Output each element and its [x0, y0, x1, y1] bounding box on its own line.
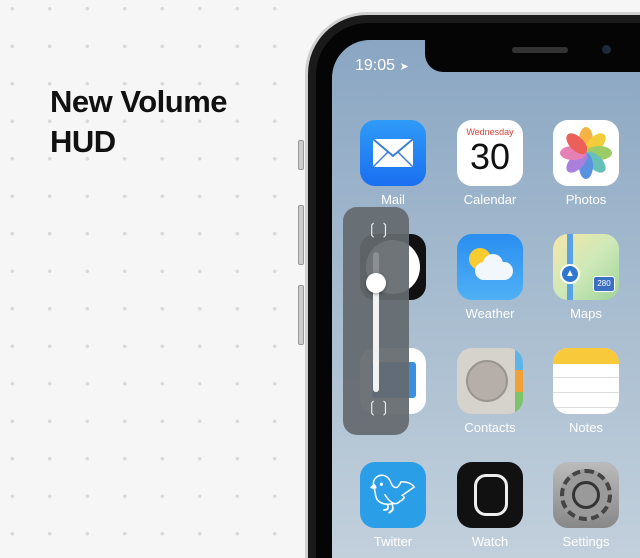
location-arrow-icon: ➤	[399, 61, 409, 73]
weather-icon	[457, 234, 523, 300]
notes-icon	[553, 348, 619, 414]
airpods-icon: ❲❳	[366, 221, 392, 238]
app-weather[interactable]: Weather	[445, 234, 535, 321]
app-notes[interactable]: Notes	[541, 348, 631, 435]
title-line-1: New Volume	[50, 84, 228, 119]
front-camera	[602, 45, 611, 54]
app-label: Notes	[569, 420, 603, 435]
app-label: Settings	[562, 534, 610, 549]
page-title: New Volume HUD	[50, 82, 228, 162]
notch	[425, 38, 640, 72]
app-label: Watch	[471, 534, 509, 549]
calendar-day: 30	[469, 136, 511, 177]
watch-icon	[457, 462, 523, 528]
app-calendar[interactable]: Wednesday 30 Calendar	[445, 120, 535, 207]
photos-icon	[553, 120, 619, 186]
app-label: Photos	[565, 192, 607, 207]
volume-slider-fill	[373, 282, 379, 392]
app-maps[interactable]: ▲ 280 Maps	[541, 234, 631, 321]
app-settings[interactable]: Settings	[541, 462, 631, 549]
mail-icon	[360, 120, 426, 186]
volume-down-button[interactable]	[298, 285, 304, 345]
settings-icon	[553, 462, 619, 528]
volume-up-button[interactable]	[298, 205, 304, 265]
app-label: Twitter	[373, 534, 413, 549]
contacts-icon	[457, 348, 523, 414]
speaker	[512, 47, 568, 53]
app-contacts[interactable]: Contacts	[445, 348, 535, 435]
app-label: Weather	[465, 306, 515, 321]
app-label: Calendar	[463, 192, 517, 207]
calendar-icon: Wednesday 30	[457, 120, 523, 186]
app-watch[interactable]: Watch	[445, 462, 535, 549]
app-twitter[interactable]: 🐦︎ Twitter	[348, 462, 438, 549]
title-line-2: HUD	[50, 124, 116, 159]
maps-icon: ▲ 280	[553, 234, 619, 300]
app-label: Mail	[381, 192, 405, 207]
twitter-icon: 🐦︎	[360, 462, 426, 528]
interstate-shield: 280	[593, 276, 615, 292]
airpods-muted-icon: ❲❳	[366, 399, 392, 416]
mute-switch	[298, 140, 304, 170]
volume-slider-knob[interactable]	[366, 272, 386, 293]
app-label: Maps	[570, 306, 602, 321]
app-mail[interactable]: Mail	[348, 120, 438, 207]
status-time: 19:05 ➤	[355, 57, 409, 74]
app-photos[interactable]: Photos	[541, 120, 631, 207]
app-label: Contacts	[464, 420, 516, 435]
